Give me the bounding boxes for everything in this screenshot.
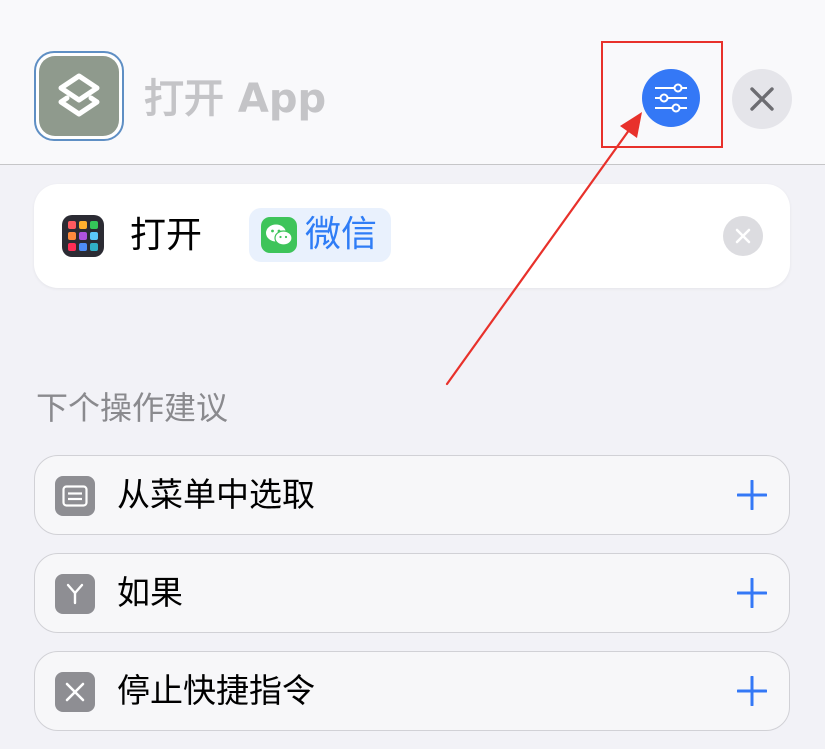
branch-icon bbox=[55, 574, 95, 614]
plus-icon bbox=[737, 480, 767, 510]
stop-icon bbox=[55, 672, 95, 712]
annotation-highlight-box bbox=[601, 41, 723, 148]
suggestion-if[interactable]: 如果 bbox=[34, 553, 790, 633]
suggestion-stop-shortcut[interactable]: 停止快捷指令 bbox=[34, 651, 790, 731]
suggestions-header: 下个操作建议 bbox=[36, 389, 229, 427]
header: 打开 App bbox=[0, 0, 825, 165]
shortcuts-icon bbox=[39, 56, 119, 136]
menu-icon bbox=[55, 476, 95, 516]
suggestion-label: 停止快捷指令 bbox=[117, 671, 315, 710]
action-verb-label: 打开 bbox=[130, 215, 203, 256]
wechat-icon bbox=[261, 217, 297, 253]
clear-circle-icon bbox=[735, 228, 751, 244]
app-icon[interactable] bbox=[34, 51, 124, 141]
clear-action-button[interactable] bbox=[723, 216, 763, 256]
app-chip-label: 微信 bbox=[305, 214, 378, 255]
close-icon bbox=[750, 87, 774, 111]
add-suggestion-button[interactable] bbox=[731, 670, 773, 712]
add-suggestion-button[interactable] bbox=[731, 572, 773, 614]
plus-icon bbox=[737, 578, 767, 608]
suggestion-label: 如果 bbox=[117, 573, 183, 612]
page-title: 打开 App bbox=[144, 76, 327, 122]
plus-icon bbox=[737, 676, 767, 706]
add-suggestion-button[interactable] bbox=[731, 474, 773, 516]
close-button[interactable] bbox=[732, 69, 792, 129]
suggestion-choose-from-menu[interactable]: 从菜单中选取 bbox=[34, 455, 790, 535]
app-grid-icon bbox=[62, 215, 104, 257]
open-app-action-card: 打开 微信 bbox=[34, 184, 790, 288]
app-selector-chip[interactable]: 微信 bbox=[249, 208, 392, 262]
suggestion-label: 从菜单中选取 bbox=[117, 475, 315, 514]
